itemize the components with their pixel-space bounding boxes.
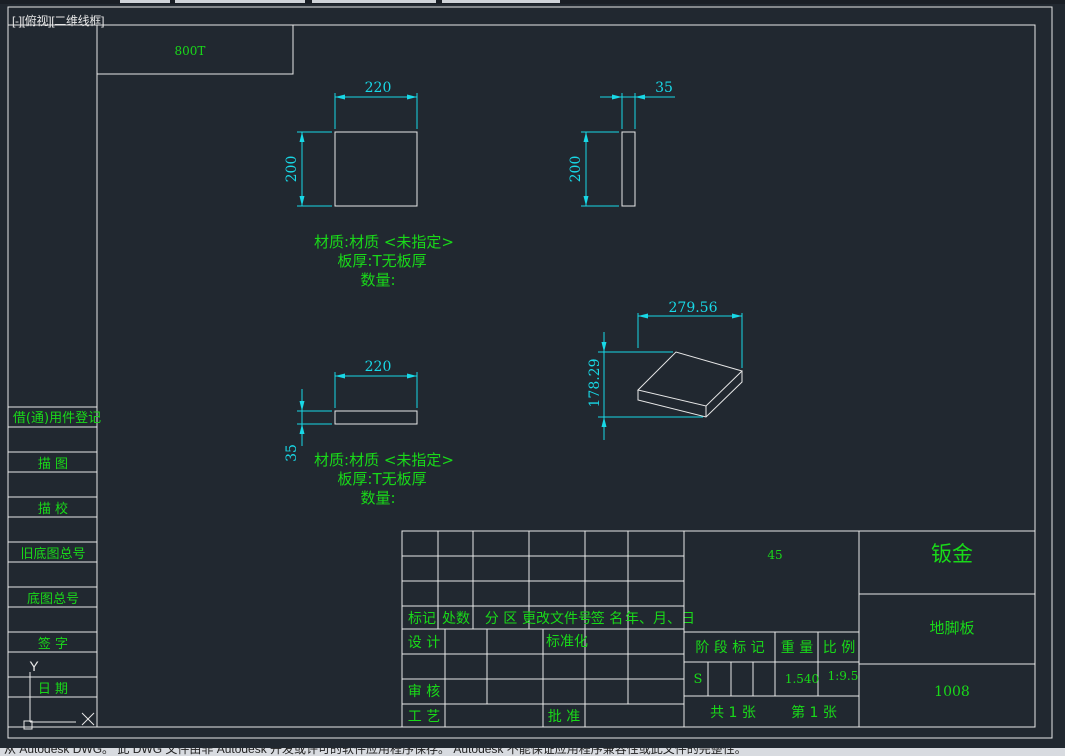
front-height-dim: 200: [284, 156, 300, 183]
left-column-label: 借(通)用件登记: [13, 411, 101, 426]
top-view[interactable]: 220 35: [284, 359, 418, 462]
sheets-total: 共 1 张: [710, 705, 756, 721]
design-label: 设 计: [408, 635, 440, 651]
left-column-label: 签 字: [38, 636, 68, 652]
thickness-note: 板厚:T无板厚: [337, 252, 426, 270]
iso-height-dim: 178.29: [587, 359, 603, 408]
left-column-label: 日 期: [38, 682, 68, 697]
isometric-view[interactable]: 279.56 178.29: [587, 300, 743, 440]
category-title: 钣金: [931, 542, 973, 566]
material-code: 45: [767, 548, 782, 562]
thickness-note: 板厚:T无板厚: [337, 470, 426, 488]
top-width-dim: 220: [365, 359, 392, 375]
front-width-dim: 220: [365, 80, 392, 96]
material-note: 材质:材质 <未指定>: [314, 233, 454, 251]
scale-label: 比 例: [823, 640, 855, 656]
status-bar: 从 Autodesk DWG。 此 DWG 文件由非 Autodesk 开发或许…: [0, 748, 1065, 756]
viewport-label[interactable]: [-][俯视][二维线框]: [12, 12, 104, 29]
viewport-border: [7, 6, 1053, 739]
quantity-note: 数量:: [360, 489, 395, 507]
quantity-note: 数量:: [360, 271, 395, 289]
scale-value: 1:9.5: [828, 669, 859, 683]
ucs-y-label: Y: [29, 658, 39, 674]
title-header: 签 名: [591, 610, 623, 627]
top-height-dim: 35: [284, 444, 300, 462]
side-view[interactable]: 35 200: [568, 80, 675, 207]
side-width-dim: 35: [655, 80, 673, 96]
title-header: 处数: [442, 611, 470, 627]
material-notes: 材质:材质 <未指定> 板厚:T无板厚 数量:: [314, 233, 454, 289]
part-name: 地脚板: [929, 619, 974, 637]
stage-value: S: [694, 672, 703, 687]
left-column-label: 描 图: [38, 457, 68, 472]
status-text: 从 Autodesk DWG。 此 DWG 文件由非 Autodesk 开发或许…: [4, 748, 747, 756]
standard-label: 标准化: [546, 634, 588, 650]
left-column: 借(通)用件登记 描 图 描 校 旧底图总号 底图总号 签 字 日 期: [8, 406, 101, 728]
left-column-label: 底图总号: [27, 591, 79, 607]
drawing-canvas[interactable]: 800T 借(通)用件登记 描 图 描 校 旧底图总号 底图总号 签 字 日 期…: [0, 0, 1065, 756]
title-header: 分 区: [485, 611, 517, 627]
review-label: 审 核: [408, 684, 440, 700]
code-box-text: 800T: [175, 44, 206, 58]
side-height-dim: 200: [568, 156, 584, 183]
drawing-number: 1008: [934, 684, 970, 700]
weight-value: 1.540: [785, 672, 819, 686]
material-note: 材质:材质 <未指定>: [314, 451, 454, 469]
iso-width-dim: 279.56: [669, 300, 718, 316]
left-column-label: 旧底图总号: [20, 546, 85, 562]
left-column-label: 描 校: [38, 501, 68, 517]
process-label: 工 艺: [408, 709, 440, 725]
weight-label: 重 量: [781, 640, 813, 656]
title-header: 更改文件号: [522, 611, 592, 627]
sheet-number: 第 1 张: [791, 704, 837, 721]
title-block: 标记 处数 分 区 更改文件号 签 名 年、月、日 设 计 标准化 审 核 工 …: [401, 530, 1036, 728]
front-view[interactable]: 220 200: [284, 80, 418, 207]
title-header: 标记: [408, 611, 436, 627]
material-notes: 材质:材质 <未指定> 板厚:T无板厚 数量:: [314, 451, 454, 507]
approve-label: 批 准: [548, 709, 580, 725]
stage-label: 阶 段 标 记: [695, 640, 764, 656]
